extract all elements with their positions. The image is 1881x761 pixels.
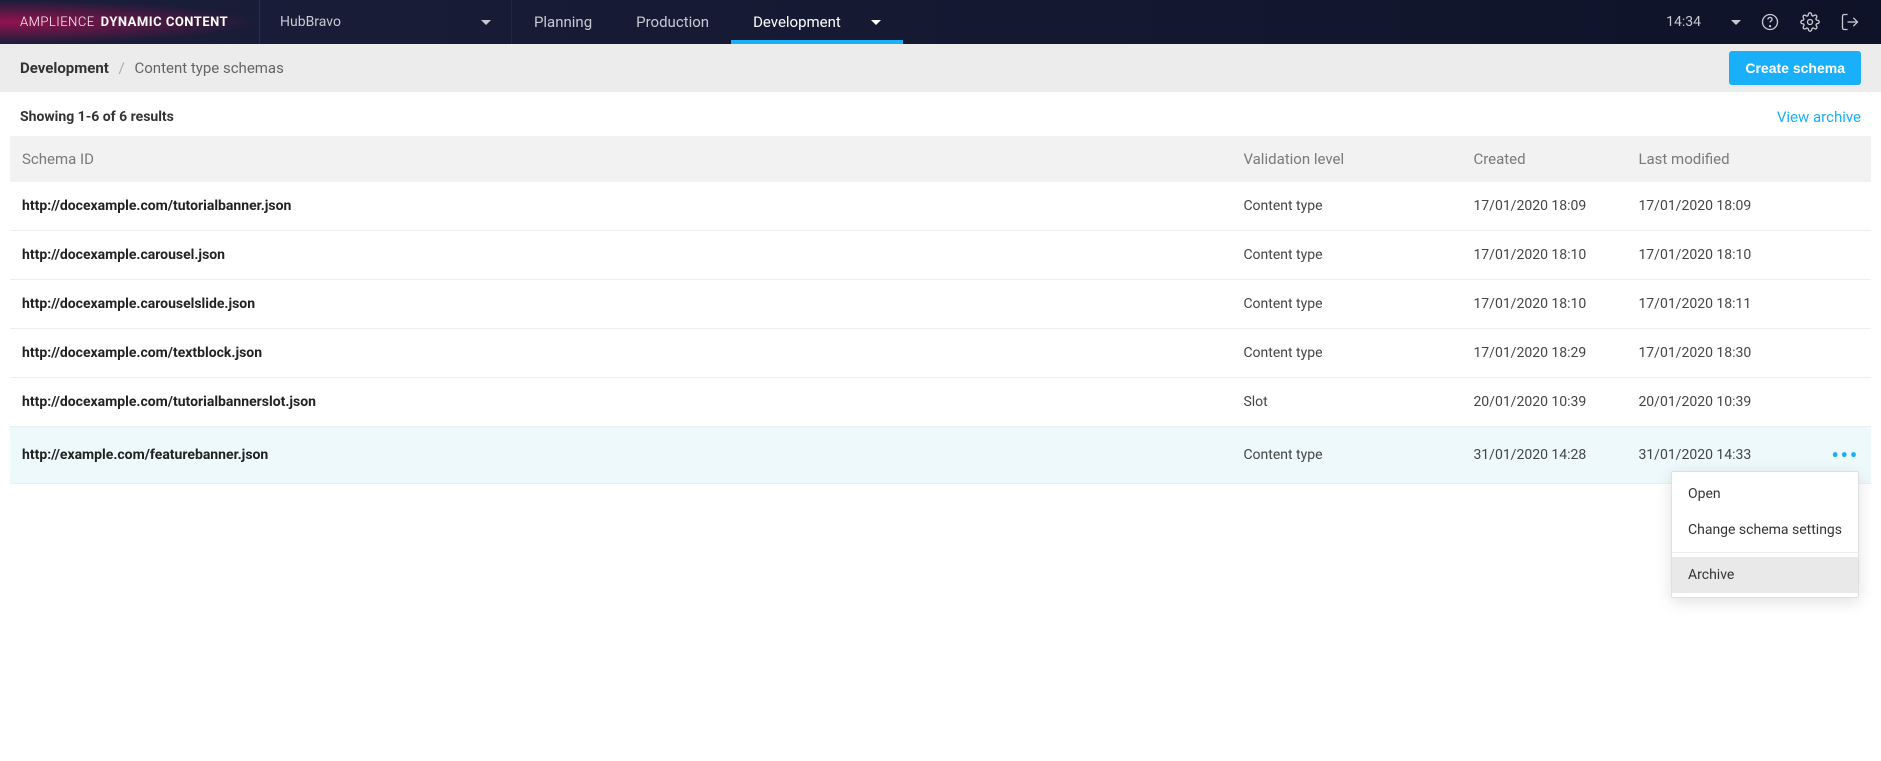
cell-created: 20/01/2020 10:39 [1461,378,1626,427]
cell-actions [1819,378,1871,427]
cell-schema-id: http://docexample.carousel.json [10,231,1231,280]
cell-modified: 17/01/2020 18:30 [1626,329,1819,378]
menu-item-change-settings[interactable]: Change schema settings [1672,512,1858,548]
time-selector[interactable]: 14:34 [1666,14,1741,30]
more-actions-icon[interactable]: ••• [1831,443,1859,467]
tab-production-label: Production [636,13,709,31]
col-schema-id[interactable]: Schema ID [10,136,1231,182]
col-validation[interactable]: Validation level [1231,136,1461,182]
cell-validation: Content type [1231,182,1461,231]
cell-modified: 17/01/2020 18:11 [1626,280,1819,329]
topbar-right: 14:34 [1646,11,1881,33]
breadcrumb-separator: / [119,59,125,77]
result-count: Showing 1-6 of 6 results [20,109,174,125]
cell-created: 17/01/2020 18:29 [1461,329,1626,378]
table-row[interactable]: http://docexample.com/tutorialbannerslot… [10,378,1871,427]
cell-schema-id: http://docexample.com/tutorialbanner.jso… [10,182,1231,231]
cell-modified: 17/01/2020 18:09 [1626,182,1819,231]
cell-created: 17/01/2020 18:09 [1461,182,1626,231]
cell-created: 17/01/2020 18:10 [1461,231,1626,280]
gear-icon[interactable] [1799,11,1821,33]
breadcrumb: Development / Content type schemas [20,59,284,77]
hub-selector[interactable]: HubBravo [260,0,512,44]
cell-validation: Slot [1231,378,1461,427]
cell-validation: Content type [1231,231,1461,280]
topbar: AMPLIENCE DYNAMIC CONTENT HubBravo Plann… [0,0,1881,44]
logout-icon[interactable] [1839,11,1861,33]
chevron-down-icon [1731,20,1741,25]
menu-item-archive[interactable]: Archive [1672,557,1858,593]
row-context-menu: Open Change schema settings Archive [1671,471,1859,598]
brand-light: AMPLIENCE [20,15,95,30]
tab-development[interactable]: Development [731,0,903,44]
table-wrap: Schema ID Validation level Created Last … [0,136,1881,484]
view-archive-link[interactable]: View archive [1777,108,1861,126]
cell-modified: 17/01/2020 18:10 [1626,231,1819,280]
time-value: 14:34 [1666,14,1701,30]
tab-planning-label: Planning [534,13,592,31]
chevron-down-icon [481,20,491,25]
cell-actions [1819,329,1871,378]
cell-schema-id: http://docexample.com/textblock.json [10,329,1231,378]
create-schema-button[interactable]: Create schema [1729,51,1861,85]
cell-modified: 20/01/2020 10:39 [1626,378,1819,427]
brand-bold: DYNAMIC CONTENT [101,15,229,30]
tab-planning[interactable]: Planning [512,0,614,44]
hub-name: HubBravo [280,14,341,30]
table-row[interactable]: http://docexample.com/tutorialbanner.jso… [10,182,1871,231]
brand-logo[interactable]: AMPLIENCE DYNAMIC CONTENT [0,0,260,44]
col-created[interactable]: Created [1461,136,1626,182]
breadcrumb-first[interactable]: Development [20,59,109,77]
cell-validation: Content type [1231,280,1461,329]
sub-header: Development / Content type schemas Creat… [0,44,1881,92]
col-modified[interactable]: Last modified [1626,136,1819,182]
list-controls: Showing 1-6 of 6 results View archive [0,92,1881,136]
breadcrumb-second: Content type schemas [134,59,283,77]
cell-actions [1819,182,1871,231]
col-actions [1819,136,1871,182]
chevron-down-icon [871,20,881,25]
nav-tabs: Planning Production Development [512,0,903,44]
table-row[interactable]: http://docexample.carousel.jsonContent t… [10,231,1871,280]
cell-schema-id: http://docexample.com/tutorialbannerslot… [10,378,1231,427]
table-row[interactable]: http://docexample.com/textblock.jsonCont… [10,329,1871,378]
table-row[interactable]: http://docexample.carouselslide.jsonCont… [10,280,1871,329]
cell-actions [1819,231,1871,280]
menu-item-open[interactable]: Open [1672,476,1858,512]
cell-validation: Content type [1231,329,1461,378]
cell-schema-id: http://docexample.carouselslide.json [10,280,1231,329]
schema-table: Schema ID Validation level Created Last … [10,136,1871,484]
table-row[interactable]: http://example.com/featurebanner.jsonCon… [10,427,1871,484]
cell-created: 31/01/2020 14:28 [1461,427,1626,484]
help-icon[interactable] [1759,11,1781,33]
cell-created: 17/01/2020 18:10 [1461,280,1626,329]
cell-validation: Content type [1231,427,1461,484]
menu-separator [1672,552,1858,553]
cell-actions [1819,280,1871,329]
tab-production[interactable]: Production [614,0,731,44]
cell-schema-id: http://example.com/featurebanner.json [10,427,1231,484]
tab-development-label: Development [753,13,841,31]
